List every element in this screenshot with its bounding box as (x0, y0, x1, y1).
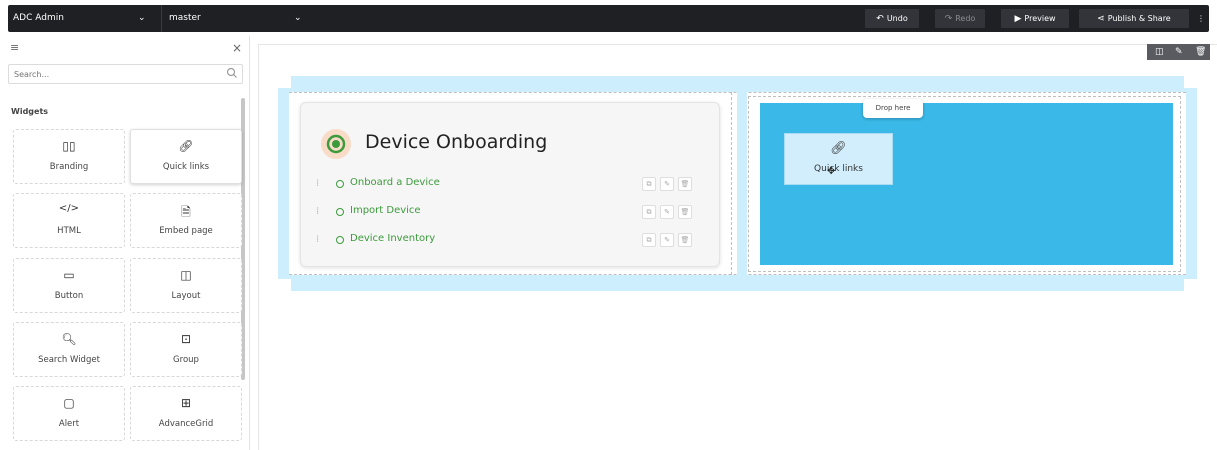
group-icon: ⊡ (180, 332, 192, 346)
widget-label: Embed page (159, 226, 213, 236)
top-toolbar: ADC Admin ⌄ master ⌄ ↶ Undo ↷ Redo ▶ Previe… (0, 0, 1217, 36)
link-icon: 🔗︎ (178, 139, 194, 153)
preview-button[interactable]: ▶ Preview (1001, 9, 1069, 28)
redo-label: Redo (955, 14, 976, 23)
circle-icon (336, 236, 344, 244)
chevron-down-icon: ⌄ (294, 13, 302, 23)
branding-icon: ▯▯ (62, 139, 76, 153)
search-icon (226, 67, 237, 78)
branch-select[interactable]: master ⌄ (164, 5, 309, 32)
widget-tile-alert[interactable]: ▢ Alert (13, 386, 125, 441)
quick-link-row[interactable]: ⁞ Onboard a Device ⧉ ✎ 🗑︎ (316, 177, 692, 191)
copy-icon[interactable]: ⧉ (642, 177, 656, 191)
undo-button[interactable]: ↶ Undo (865, 9, 919, 28)
widget-tile-button[interactable]: ▭ Button (13, 258, 125, 313)
more-icon: ⋮ (1197, 14, 1205, 23)
widget-tile-layout[interactable]: ◫ Layout (130, 258, 242, 313)
widget-label: Branding (49, 162, 89, 172)
canvas-tools: ◫ ✎ 🗑︎ (1147, 44, 1210, 60)
grid-icon: ⊞ (180, 396, 192, 410)
widget-tile-quick-links[interactable]: 🔗︎ Quick links (130, 129, 242, 184)
share-icon: ⋖ (1097, 14, 1105, 24)
play-icon: ▶ (1014, 14, 1022, 24)
undo-icon: ↶ (876, 14, 884, 24)
widget-label: HTML (57, 226, 81, 236)
divider (161, 5, 162, 32)
edit-icon[interactable]: ✎ (660, 205, 674, 219)
hamburger-menu-icon[interactable]: ≡ (10, 41, 19, 54)
widget-tile-advancegrid[interactable]: ⊞ AdvanceGrid (130, 386, 242, 441)
row-actions: ⧉ ✎ 🗑︎ (642, 233, 696, 247)
quick-link-label[interactable]: Import Device (350, 205, 421, 216)
undo-label: Undo (886, 14, 908, 23)
widget-label: AdvanceGrid (158, 419, 214, 429)
link-icon: 🔗︎ (830, 141, 847, 156)
chevron-down-icon: ⌄ (138, 13, 146, 23)
circle-icon (336, 180, 344, 188)
embed-page-icon: 🗎︎ (181, 205, 191, 219)
quick-link-label[interactable]: Device Inventory (350, 233, 435, 244)
row-actions: ⧉ ✎ 🗑︎ (642, 205, 696, 219)
circle-icon (336, 208, 344, 216)
delete-icon[interactable]: 🗑︎ (678, 233, 692, 247)
widget-label: Alert (58, 419, 80, 429)
code-icon: </> (58, 203, 80, 214)
edit-icon[interactable]: ✎ (660, 233, 674, 247)
row-highlight-top (291, 76, 1184, 88)
quick-link-row[interactable]: ⁞ Device Inventory ⧉ ✎ 🗑︎ (316, 233, 692, 247)
copy-icon[interactable]: ⧉ (642, 205, 656, 219)
drag-handle-icon[interactable]: ⁞ (316, 206, 323, 218)
button-icon: ▭ (63, 268, 75, 282)
search-icon: 🔍︎ (61, 332, 77, 346)
row-highlight-bottom (291, 279, 1184, 291)
dragged-widget-label: Quick links (814, 164, 863, 174)
close-icon[interactable]: × (232, 41, 242, 55)
publish-label: Publish & Share (1107, 14, 1171, 23)
card-title: Device Onboarding (365, 131, 548, 153)
widget-label: Group (173, 355, 199, 365)
widget-tile-group[interactable]: ⊡ Group (130, 322, 242, 377)
quick-link-row[interactable]: ⁞ Import Device ⧉ ✎ 🗑︎ (316, 205, 692, 219)
layout-icon: ◫ (180, 268, 192, 282)
row-actions: ⧉ ✎ 🗑︎ (642, 177, 696, 191)
widget-tile-search-widget[interactable]: 🔍︎ Search Widget (13, 322, 125, 377)
widget-tile-html[interactable]: </> HTML (13, 193, 125, 248)
widget-search-input[interactable] (8, 64, 243, 84)
widget-label: Layout (171, 291, 201, 301)
column-gap (737, 92, 747, 275)
redo-button[interactable]: ↷ Redo (935, 9, 985, 28)
widget-label: Search Widget (38, 355, 100, 365)
dragged-widget-preview[interactable]: 🔗︎ Quick links (784, 133, 893, 185)
widget-label: Button (54, 291, 84, 301)
delete-icon[interactable]: 🗑︎ (678, 205, 692, 219)
redo-icon: ↷ (944, 14, 953, 24)
edit-icon[interactable]: ✎ (1175, 44, 1183, 60)
drag-handle-icon[interactable]: ⁞ (316, 234, 323, 246)
alert-icon: ▢ (63, 396, 75, 410)
delete-icon[interactable]: 🗑︎ (678, 177, 692, 191)
device-onboarding-icon (321, 129, 351, 159)
drag-cursor-icon: ✥ (827, 166, 836, 177)
widgets-heading: Widgets (11, 107, 49, 116)
app-select-value: ADC Admin (13, 13, 64, 23)
preview-label: Preview (1024, 14, 1056, 23)
drop-here-tag: Drop here (863, 99, 923, 118)
quick-link-label[interactable]: Onboard a Device (350, 177, 440, 188)
branch-select-value: master (169, 13, 201, 23)
layout-settings-icon[interactable]: ◫ (1155, 44, 1164, 60)
delete-icon[interactable]: 🗑︎ (1195, 44, 1206, 60)
toolbar-bar: ADC Admin ⌄ master ⌄ ↶ Undo ↷ Redo ▶ Previe… (8, 5, 1209, 32)
drag-handle-icon[interactable]: ⁞ (316, 178, 323, 190)
widget-tile-embed-page[interactable]: 🗎︎ Embed page (130, 193, 242, 248)
widget-tile-branding[interactable]: ▯▯ Branding (13, 129, 125, 184)
app-select[interactable]: ADC Admin ⌄ (8, 5, 160, 32)
edit-icon[interactable]: ✎ (660, 177, 674, 191)
publish-share-button[interactable]: ⋖ Publish & Share (1079, 9, 1189, 28)
copy-icon[interactable]: ⧉ (642, 233, 656, 247)
widget-label: Quick links (162, 162, 210, 172)
more-options-button[interactable]: ⋮ (1195, 9, 1207, 28)
